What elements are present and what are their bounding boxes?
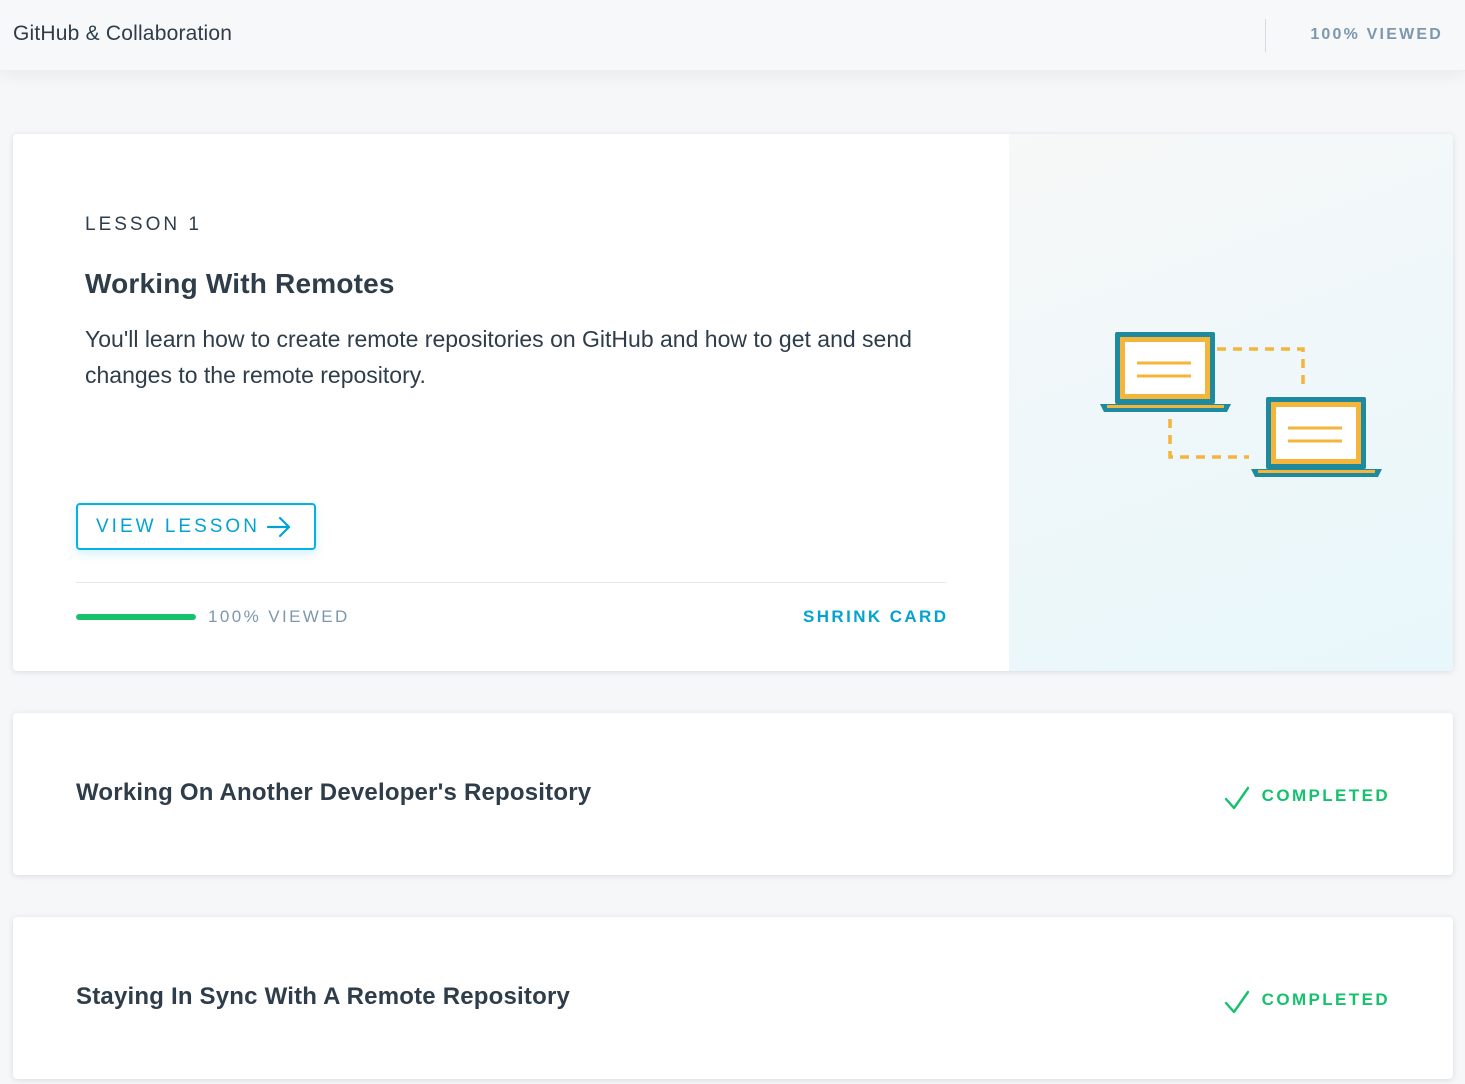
lesson-description: You'll learn how to create remote reposi… xyxy=(85,326,912,388)
arrow-right-icon xyxy=(266,516,291,538)
status-label: COMPLETED xyxy=(1261,786,1390,805)
lesson-progress-bar xyxy=(76,614,196,620)
view-lesson-label: VIEW LESSON xyxy=(96,515,260,537)
lesson-progress-fill xyxy=(76,614,196,620)
completed-status: COMPLETED xyxy=(1224,781,1390,811)
card-divider xyxy=(76,582,946,583)
lesson-card-expanded: LESSON 1 Working With Remotes You'll lea… xyxy=(13,134,1453,671)
completed-status: COMPLETED xyxy=(1224,985,1390,1015)
lesson-illustration-panel xyxy=(1009,134,1453,671)
top-bar: GitHub & Collaboration 100% VIEWED xyxy=(0,0,1465,71)
shrink-card-link[interactable]: SHRINK CARD xyxy=(803,607,948,627)
checkmark-icon xyxy=(1224,786,1249,810)
lesson-number: LESSON 1 xyxy=(85,214,202,235)
lesson-title[interactable]: Working On Another Developer's Repositor… xyxy=(76,779,591,807)
lesson-title[interactable]: Staying In Sync With A Remote Repository xyxy=(76,983,570,1011)
lesson-title[interactable]: Working With Remotes xyxy=(85,268,395,300)
view-lesson-button[interactable]: VIEW LESSON xyxy=(76,503,316,550)
lesson-progress-text: 100% VIEWED xyxy=(208,607,350,626)
status-label: COMPLETED xyxy=(1261,990,1390,1009)
course-progress-text: 100% VIEWED xyxy=(1310,26,1443,43)
two-laptops-connected-icon xyxy=(1100,332,1382,477)
lesson-card-collapsed[interactable]: Staying In Sync With A Remote Repository… xyxy=(13,917,1453,1079)
lesson-card-collapsed[interactable]: Working On Another Developer's Repositor… xyxy=(13,713,1453,875)
checkmark-icon xyxy=(1224,990,1249,1014)
course-title: GitHub & Collaboration xyxy=(13,22,233,45)
header-divider xyxy=(1265,19,1266,52)
